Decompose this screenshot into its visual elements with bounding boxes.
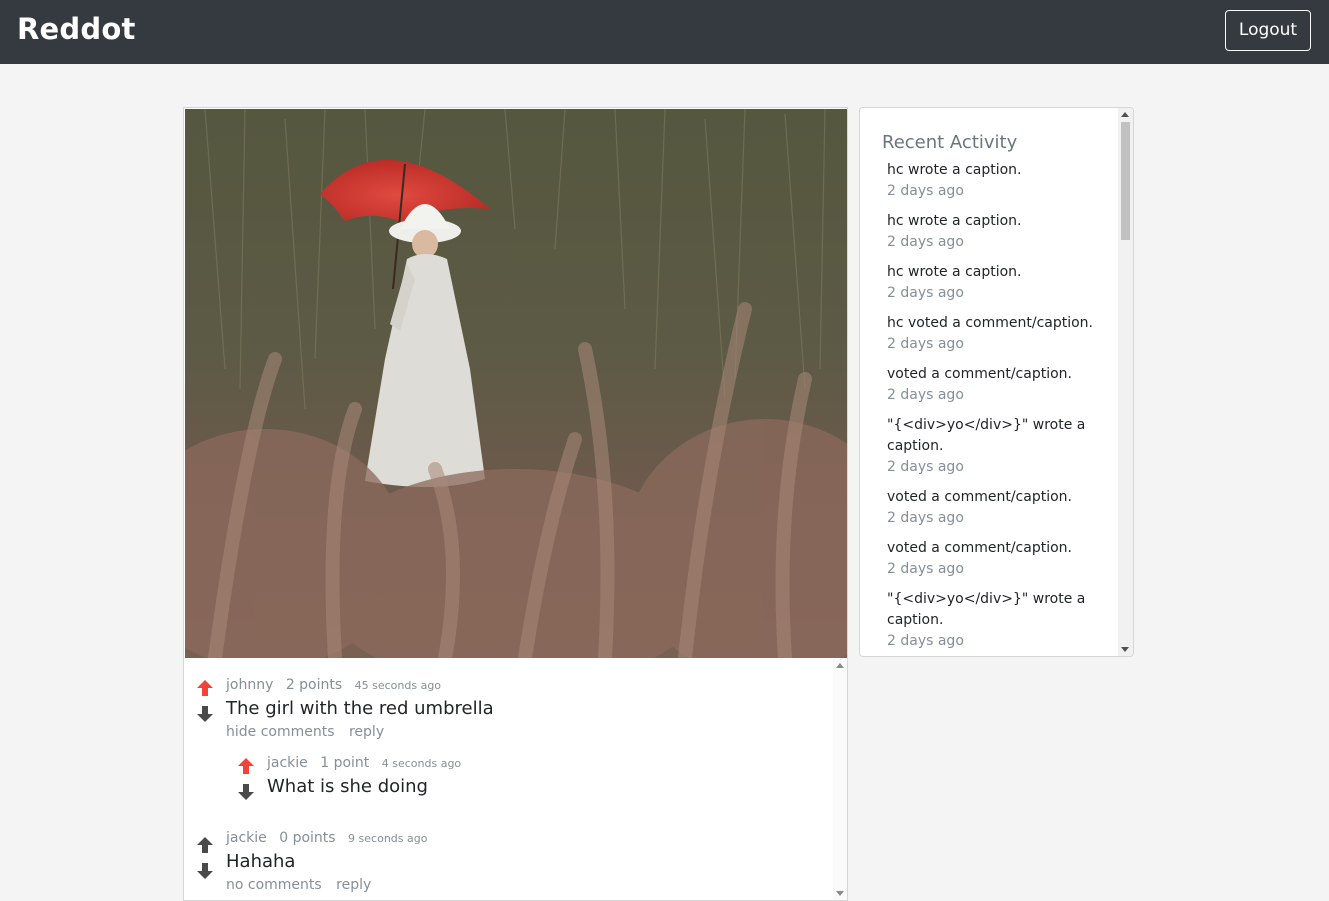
activity-item[interactable]: hc voted a comment/caption. 2 days ago: [887, 313, 1097, 355]
activity-time: 2 days ago: [887, 561, 964, 577]
scroll-down-icon[interactable]: [1121, 647, 1129, 652]
post-image: [185, 109, 847, 658]
downvote-arrow-icon[interactable]: [196, 862, 214, 880]
comment-text: The girl with the red umbrella: [226, 698, 494, 719]
comment-text: Hahaha: [226, 851, 296, 872]
downvote-arrow-icon[interactable]: [237, 783, 255, 801]
activity-text: "{<div>yo</div>}" wrote a caption.: [887, 591, 1086, 628]
comment-meta: johnny 2 points 45 seconds ago: [226, 677, 441, 693]
reply-link[interactable]: reply: [336, 877, 371, 893]
scroll-down-icon[interactable]: [836, 891, 844, 896]
comment-author[interactable]: jackie: [267, 755, 308, 771]
comment-reply: jackie 1 point 4 seconds ago What is she…: [237, 749, 797, 809]
no-comments-link[interactable]: no comments: [226, 877, 322, 893]
scroll-up-icon[interactable]: [836, 663, 844, 668]
brand-logo[interactable]: Reddot: [17, 12, 136, 46]
reply-link[interactable]: reply: [349, 724, 384, 740]
comments-section: johnny 2 points 45 seconds ago The girl …: [184, 659, 847, 900]
comment-points: 1 point: [320, 755, 370, 771]
activity-item[interactable]: "{<div>yo</div>}" wrote a caption. 2 day…: [887, 589, 1097, 652]
comment-time: 9 seconds ago: [348, 832, 428, 845]
activity-text: hc wrote a caption.: [887, 264, 1022, 280]
activity-item[interactable]: "{<div>yo</div>}" wrote a caption. 2 day…: [887, 415, 1097, 478]
upvote-arrow-icon[interactable]: [196, 836, 214, 854]
comment-actions: no comments reply: [226, 877, 381, 893]
comment: johnny 2 points 45 seconds ago The girl …: [196, 671, 826, 821]
scrollbar-thumb[interactable]: [1121, 122, 1130, 240]
activity-time: 2 days ago: [887, 459, 964, 475]
comment-actions: hide comments reply: [226, 724, 394, 740]
logout-button[interactable]: Logout: [1225, 10, 1311, 51]
comments-scrollbar[interactable]: [833, 659, 847, 900]
scroll-up-icon[interactable]: [1121, 112, 1129, 117]
upvote-arrow-icon[interactable]: [237, 757, 255, 775]
activity-time: 2 days ago: [887, 336, 964, 352]
activity-text: voted a comment/caption.: [887, 540, 1072, 556]
activity-time: 2 days ago: [887, 387, 964, 403]
comment-meta: jackie 0 points 9 seconds ago: [226, 830, 427, 846]
activity-text: hc wrote a caption.: [887, 162, 1022, 178]
activity-time: 2 days ago: [887, 510, 964, 526]
upvote-arrow-icon[interactable]: [196, 679, 214, 697]
post-card: johnny 2 points 45 seconds ago The girl …: [183, 107, 848, 901]
activity-text: "{<div>yo</div>}" wrote a caption.: [887, 417, 1086, 454]
comment-points: 0 points: [279, 830, 336, 846]
activity-text: hc voted a comment/caption.: [887, 315, 1094, 331]
activity-text: voted a comment/caption.: [887, 489, 1072, 505]
activity-time: 2 days ago: [887, 285, 964, 301]
hide-comments-link[interactable]: hide comments: [226, 724, 335, 740]
comment-points: 2 points: [285, 677, 343, 693]
activity-time: 2 days ago: [887, 234, 964, 250]
comment-author[interactable]: jackie: [226, 830, 267, 846]
downvote-arrow-icon[interactable]: [196, 705, 214, 723]
comment-time: 4 seconds ago: [381, 757, 462, 770]
activity-text: hc wrote a caption.: [887, 213, 1022, 229]
activity-list: hc wrote a caption. 2 days ago hc wrote …: [887, 160, 1097, 656]
navbar: Reddot Logout: [0, 0, 1329, 64]
comment-meta: jackie 1 point 4 seconds ago: [267, 755, 461, 771]
post-image-graphic: [185, 109, 847, 658]
comment: jackie 0 points 9 seconds ago Hahaha no …: [196, 828, 826, 898]
activity-item[interactable]: hc wrote a caption. 2 days ago: [887, 160, 1097, 202]
activity-item[interactable]: voted a comment/caption. 2 days ago: [887, 487, 1097, 529]
activity-item[interactable]: hc wrote a caption. 2 days ago: [887, 211, 1097, 253]
activity-scrollbar[interactable]: [1118, 108, 1133, 656]
activity-time: 2 days ago: [887, 633, 964, 649]
activity-item[interactable]: voted a comment/caption. 2 days ago: [887, 364, 1097, 406]
activity-time: 2 days ago: [887, 183, 964, 199]
comment-time: 45 seconds ago: [354, 679, 442, 692]
activity-item[interactable]: voted a comment/caption. 2 days ago: [887, 538, 1097, 580]
activity-item[interactable]: hc wrote a caption. 2 days ago: [887, 262, 1097, 304]
activity-text: voted a comment/caption.: [887, 366, 1072, 382]
comment-text: What is she doing: [267, 776, 428, 797]
comment-author[interactable]: johnny: [226, 677, 273, 693]
recent-activity-panel: Recent Activity hc wrote a caption. 2 da…: [859, 107, 1134, 657]
recent-activity-title: Recent Activity: [882, 132, 1018, 153]
